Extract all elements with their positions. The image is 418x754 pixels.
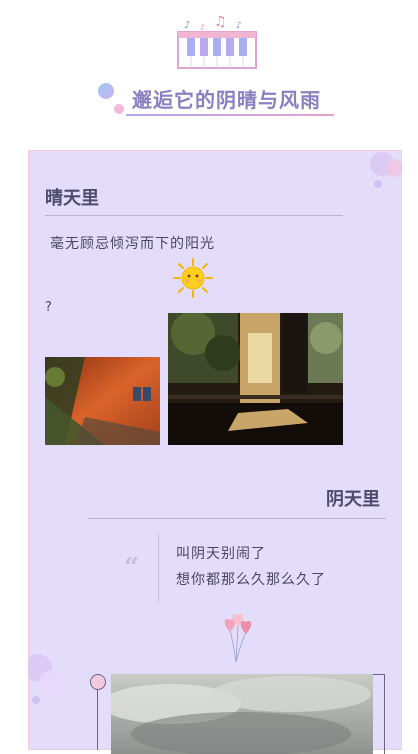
cloudy-line-1: 叫阴天别闹了	[176, 546, 266, 562]
frame-line-right	[373, 674, 385, 754]
photo-frame-pin	[90, 674, 106, 690]
frame-line-left	[97, 690, 98, 750]
sunny-divider	[45, 215, 343, 216]
quote-icon: “	[124, 553, 139, 583]
sunny-photo-brick-wall	[45, 357, 160, 445]
sunny-caption: 毫无顾忌倾泻而下的阳光	[50, 236, 215, 252]
title-underline	[126, 114, 334, 116]
decorative-bubbles	[360, 150, 403, 192]
svg-text:♪: ♪	[200, 23, 205, 32]
sunny-photo-window	[168, 313, 343, 445]
cloudy-line-2: 想你都那么久那么久了	[176, 572, 326, 588]
sunny-section-title: 晴天里	[45, 188, 99, 209]
svg-text:♪: ♪	[236, 21, 242, 31]
stray-mark: ?	[45, 300, 52, 315]
cloudy-section-title: 阴天里	[326, 489, 380, 510]
page-title: 邂逅它的阴晴与风雨	[132, 88, 321, 112]
piano-music-icon: ♪ ♪ ♫ ♪	[176, 12, 260, 72]
heart-balloons-icon	[218, 610, 256, 665]
title-bubbles	[94, 82, 130, 118]
cloudy-photo-sky	[111, 674, 373, 754]
quote-divider	[158, 533, 159, 603]
sun-icon	[172, 257, 214, 299]
decorative-bubbles	[24, 650, 72, 710]
svg-text:♪: ♪	[184, 20, 190, 31]
cloudy-divider	[88, 518, 386, 519]
svg-text:♫: ♫	[214, 14, 227, 30]
